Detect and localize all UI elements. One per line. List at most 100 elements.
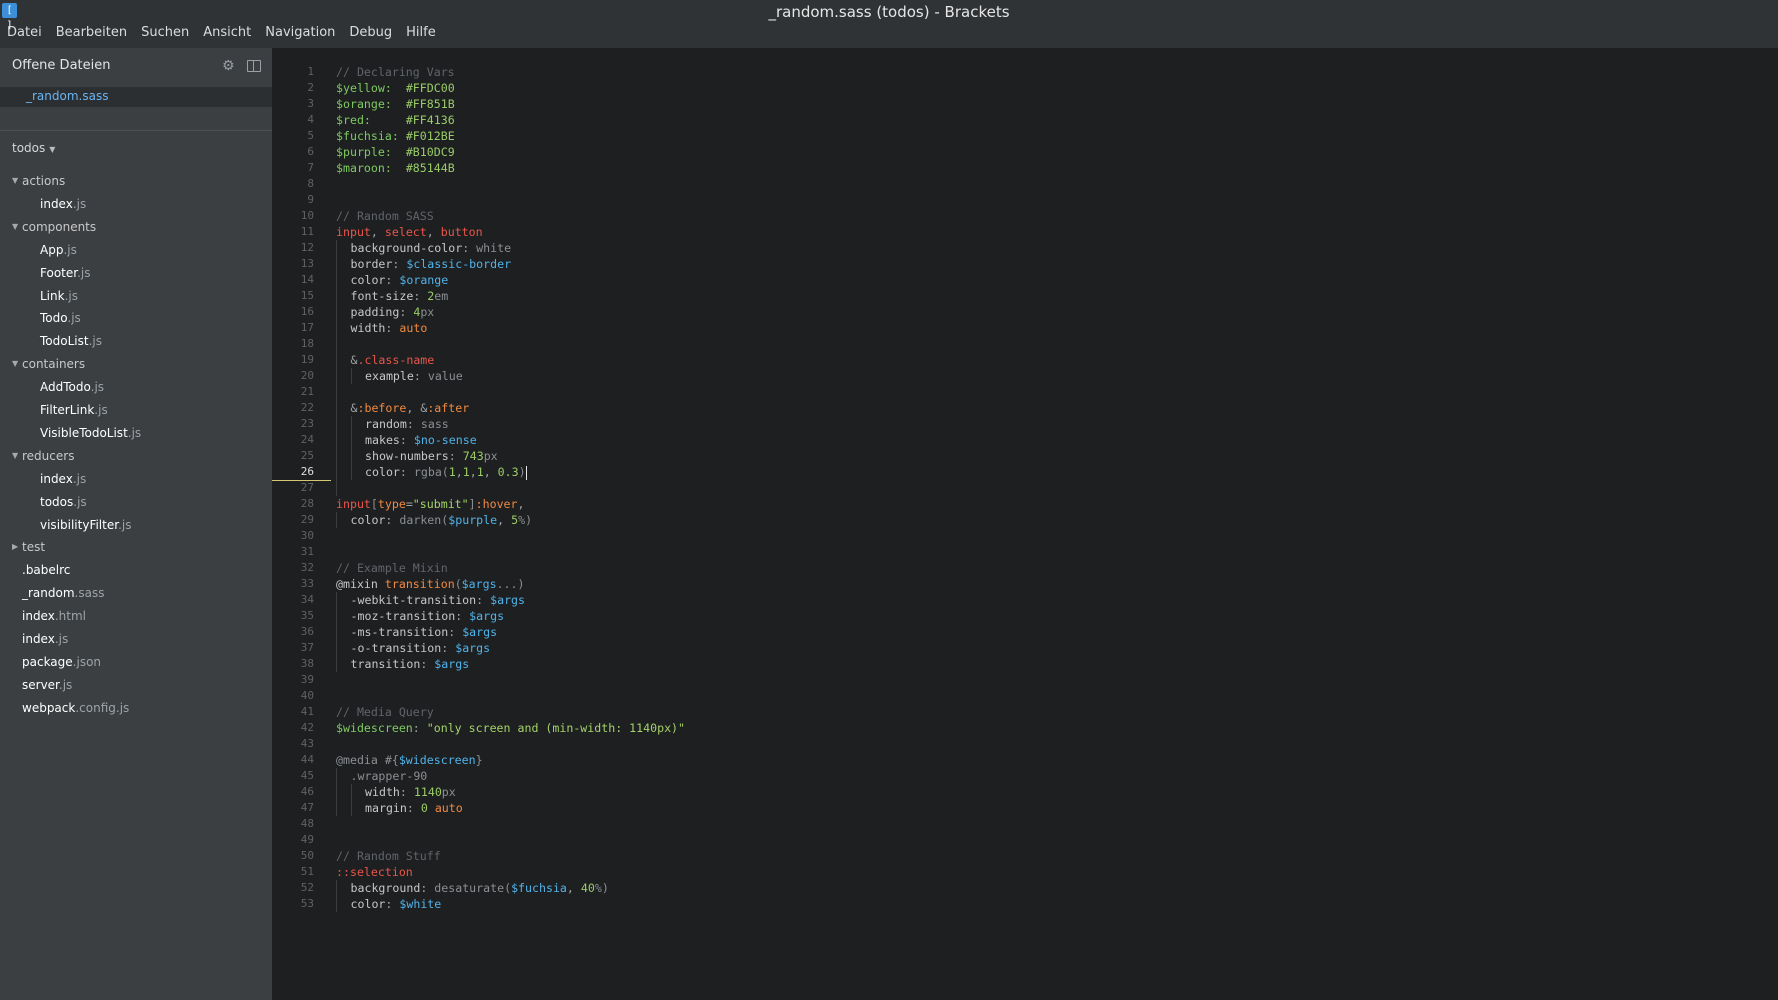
tree-file[interactable]: index.js: [0, 195, 272, 215]
tree-folder-actions[interactable]: ▼ actions: [0, 172, 272, 192]
code-line[interactable]: input, select, button: [336, 224, 685, 240]
code-line[interactable]: // Media Query: [336, 704, 685, 720]
tree-file[interactable]: FilterLink.js: [0, 401, 272, 421]
caret-right-icon[interactable]: ▶: [12, 538, 18, 556]
code-line[interactable]: [336, 528, 685, 544]
caret-down-icon[interactable]: ▼: [12, 355, 18, 373]
code-line[interactable]: [336, 688, 685, 704]
tree-file[interactable]: Todo.js: [0, 309, 272, 329]
code-line[interactable]: @mixin transition($args...): [336, 576, 685, 592]
tree-file[interactable]: index.js: [0, 470, 272, 490]
code-line[interactable]: .wrapper-90: [336, 768, 685, 784]
gear-icon[interactable]: ⚙: [222, 59, 236, 73]
code-line[interactable]: background: desaturate($fuchsia, 40%): [336, 880, 685, 896]
code-line[interactable]: ::selection: [336, 864, 685, 880]
code-line[interactable]: width: 1140px: [336, 784, 685, 800]
tree-file[interactable]: TodoList.js: [0, 332, 272, 352]
code-line[interactable]: font-size: 2em: [336, 288, 685, 304]
menu-item-debug[interactable]: Debug: [342, 21, 399, 43]
code-line[interactable]: [336, 336, 685, 352]
code-line[interactable]: // Random SASS: [336, 208, 685, 224]
code-line[interactable]: margin: 0 auto: [336, 800, 685, 816]
code-line[interactable]: color: darken($purple, 5%): [336, 512, 685, 528]
line-number: 25: [300, 449, 314, 462]
menu-item-navigation[interactable]: Navigation: [258, 21, 342, 43]
caret-down-icon[interactable]: ▼: [12, 447, 18, 465]
code-line[interactable]: color: rgba(1,1,1, 0.3): [336, 464, 685, 480]
tree-file[interactable]: VisibleTodoList.js: [0, 424, 272, 444]
code-line[interactable]: [336, 192, 685, 208]
code-line[interactable]: $orange: #FF851B: [336, 96, 685, 112]
menu-item-ansicht[interactable]: Ansicht: [196, 21, 258, 43]
code-line[interactable]: // Declaring Vars: [336, 64, 685, 80]
code-line[interactable]: $widescreen: "only screen and (min-width…: [336, 720, 685, 736]
tree-file[interactable]: webpack.config.js: [0, 699, 272, 719]
code-line[interactable]: -o-transition: $args: [336, 640, 685, 656]
split-view-icon[interactable]: [247, 60, 261, 72]
code-line[interactable]: $red: #FF4136: [336, 112, 685, 128]
tree-file[interactable]: Footer.js: [0, 264, 272, 284]
code-line[interactable]: makes: $no-sense: [336, 432, 685, 448]
menu-item-bearbeiten[interactable]: Bearbeiten: [49, 21, 134, 43]
code-line[interactable]: &:before, &:after: [336, 400, 685, 416]
menu-item-suchen[interactable]: Suchen: [134, 21, 196, 43]
code-line[interactable]: $fuchsia: #F012BE: [336, 128, 685, 144]
line-number: 8: [307, 177, 314, 190]
code-line[interactable]: [336, 672, 685, 688]
code-line[interactable]: border: $classic-border: [336, 256, 685, 272]
code-line[interactable]: background-color: white: [336, 240, 685, 256]
code-line[interactable]: [336, 384, 685, 400]
tree-folder-test[interactable]: ▶ test: [0, 538, 272, 558]
code-line[interactable]: $maroon: #85144B: [336, 160, 685, 176]
code-line[interactable]: [336, 480, 685, 496]
menu-item-hilfe[interactable]: Hilfe: [399, 21, 443, 43]
code-line[interactable]: padding: 4px: [336, 304, 685, 320]
code-line[interactable]: [336, 832, 685, 848]
tree-file[interactable]: _random.sass: [0, 584, 272, 604]
code-line[interactable]: // Random Stuff: [336, 848, 685, 864]
tree-file[interactable]: server.js: [0, 676, 272, 696]
tree-folder-containers[interactable]: ▼ containers: [0, 355, 272, 375]
menu-item-datei[interactable]: Datei: [0, 21, 49, 43]
code-line[interactable]: -ms-transition: $args: [336, 624, 685, 640]
caret-down-icon[interactable]: ▼: [12, 218, 18, 236]
code-line[interactable]: input[type="submit"]:hover,: [336, 496, 685, 512]
indent-guide: [336, 336, 351, 352]
tree-file[interactable]: index.html: [0, 607, 272, 627]
tree-file[interactable]: package.json: [0, 653, 272, 673]
tree-file[interactable]: todos.js: [0, 493, 272, 513]
code-line[interactable]: &.class-name: [336, 352, 685, 368]
code-line[interactable]: -webkit-transition: $args: [336, 592, 685, 608]
code-line[interactable]: -moz-transition: $args: [336, 608, 685, 624]
tree-folder-components[interactable]: ▼ components: [0, 218, 272, 238]
tree-file[interactable]: .babelrc: [0, 561, 272, 581]
line-number: 19: [300, 353, 314, 366]
code-line[interactable]: @media #{$widescreen}: [336, 752, 685, 768]
indent-guide: [336, 608, 351, 624]
code-line[interactable]: color: $white: [336, 896, 685, 912]
open-file-item[interactable]: _random.sass: [0, 87, 272, 107]
tree-folder-reducers[interactable]: ▼ reducers: [0, 447, 272, 467]
code-line[interactable]: show-numbers: 743px: [336, 448, 685, 464]
code-editor[interactable]: 1 2 3 4 5 6 7 8 9 10 11 12 13 14 15 16 17 18 19 20 21 22 23 24 2…: [272, 48, 1778, 1000]
tree-file[interactable]: Link.js: [0, 287, 272, 307]
code-line[interactable]: width: auto: [336, 320, 685, 336]
code-line[interactable]: [336, 176, 685, 192]
tree-file[interactable]: AddTodo.js: [0, 378, 272, 398]
code-line[interactable]: // Example Mixin: [336, 560, 685, 576]
tree-file[interactable]: visibilityFilter.js: [0, 516, 272, 536]
code-line[interactable]: example: value: [336, 368, 685, 384]
tree-file[interactable]: index.js: [0, 630, 272, 650]
code-line[interactable]: [336, 544, 685, 560]
caret-down-icon[interactable]: ▼: [12, 172, 18, 190]
tree-file[interactable]: App.js: [0, 241, 272, 261]
code-line[interactable]: [336, 736, 685, 752]
code-line[interactable]: color: $orange: [336, 272, 685, 288]
code-line[interactable]: $purple: #B10DC9: [336, 144, 685, 160]
project-dropdown[interactable]: todos ▼: [12, 141, 55, 155]
code-line[interactable]: transition: $args: [336, 656, 685, 672]
code-area[interactable]: // Declaring Vars $yellow: #FFDC00 $orange…: [336, 64, 685, 912]
code-line[interactable]: $yellow: #FFDC00: [336, 80, 685, 96]
code-line[interactable]: [336, 816, 685, 832]
code-line[interactable]: random: sass: [336, 416, 685, 432]
